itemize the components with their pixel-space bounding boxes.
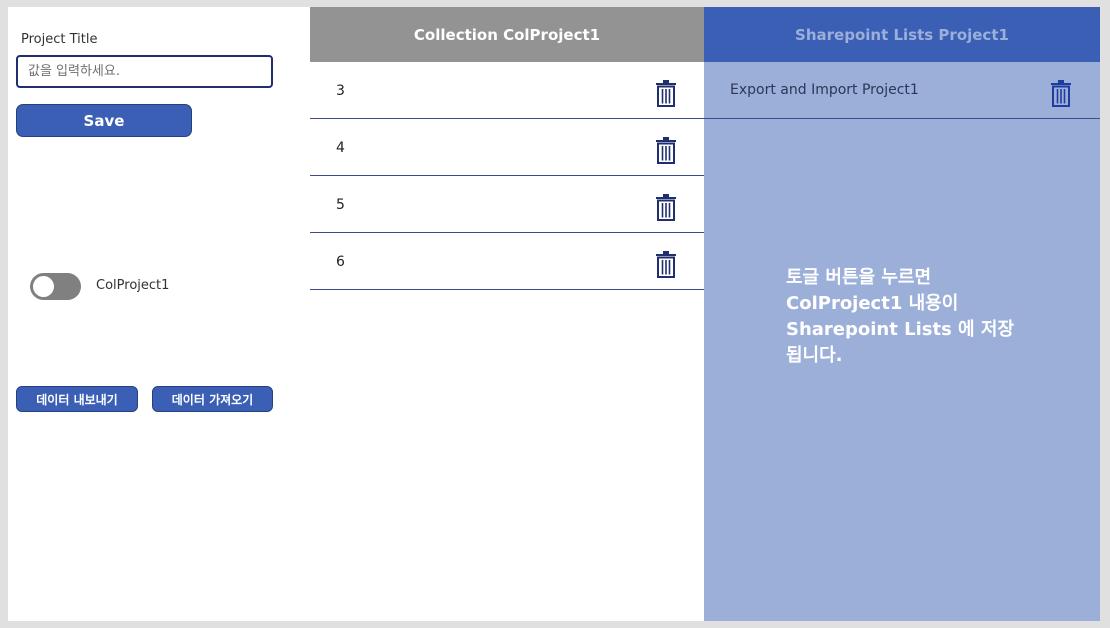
collection-gallery: 3 4 5 6 <box>310 62 704 290</box>
trash-icon[interactable] <box>655 80 677 107</box>
toggle-label: ColProject1 <box>96 278 170 293</box>
sharepoint-panel: Sharepoint Lists Project1 Export and Imp… <box>704 7 1100 621</box>
sharepoint-header: Sharepoint Lists Project1 <box>704 7 1100 62</box>
toggle-knob <box>33 276 54 297</box>
collection-row[interactable]: 6 <box>310 233 704 290</box>
collection-row[interactable]: 3 <box>310 62 704 119</box>
collection-row-value: 3 <box>336 83 345 99</box>
import-data-button[interactable]: 데이터 가져오기 <box>152 386 273 412</box>
trash-icon[interactable] <box>1050 80 1072 107</box>
trash-icon[interactable] <box>655 251 677 278</box>
sharepoint-info-note: 토글 버튼을 누르면 ColProject1 내용이 Sharepoint Li… <box>786 267 1015 366</box>
colproject1-toggle[interactable] <box>30 273 81 300</box>
save-button[interactable]: Save <box>16 104 192 137</box>
collection-row[interactable]: 4 <box>310 119 704 176</box>
collection-row[interactable]: 5 <box>310 176 704 233</box>
collection-row-value: 5 <box>336 197 345 213</box>
trash-icon[interactable] <box>655 194 677 221</box>
collection-header: Collection ColProject1 <box>310 7 704 62</box>
sharepoint-row[interactable]: Export and Import Project1 <box>704 62 1100 119</box>
sharepoint-row-value: Export and Import Project1 <box>730 82 919 98</box>
project-title-input[interactable] <box>16 55 273 88</box>
project-title-label: Project Title <box>21 32 98 47</box>
collection-row-value: 6 <box>336 254 345 270</box>
export-data-button[interactable]: 데이터 내보내기 <box>16 386 138 412</box>
app-screen: Project Title Save ColProject1 데이터 내보내기 … <box>8 7 1100 621</box>
trash-icon[interactable] <box>655 137 677 164</box>
collection-row-value: 4 <box>336 140 345 156</box>
